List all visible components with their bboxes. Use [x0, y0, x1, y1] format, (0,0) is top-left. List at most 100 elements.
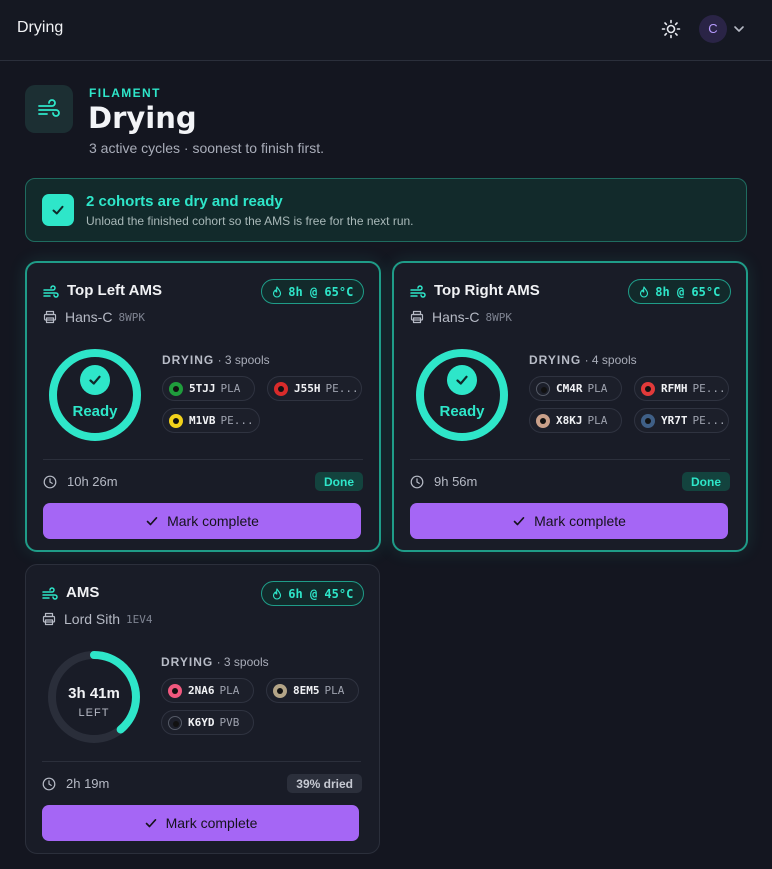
wind-icon-tile: [25, 85, 73, 133]
printer-code: 8WPK: [118, 310, 145, 324]
theme-toggle-sun-icon[interactable]: [661, 19, 681, 39]
ring-time-left: 3h 41m: [68, 685, 120, 702]
printer-code: 1EV4: [126, 612, 153, 626]
spool-code: 8EM5: [293, 684, 320, 697]
printer-icon: [43, 310, 57, 324]
spool-chip[interactable]: K6YD PVB: [161, 710, 254, 735]
spool-material: PE...: [692, 382, 726, 395]
spool-code: YR7T: [661, 414, 688, 427]
printer-row: Hans-C 8WPK: [43, 309, 145, 325]
spool-material: PE...: [692, 414, 726, 427]
ring-label: Ready: [414, 347, 510, 443]
temp-badge: 8h @ 65°C: [261, 279, 365, 304]
avatar[interactable]: C: [699, 15, 727, 43]
temp-text: 6h @ 45°C: [288, 586, 354, 601]
printer-name: Lord Sith: [64, 611, 121, 627]
spool-code: 2NA6: [188, 684, 215, 697]
elapsed-time: 9h 56m: [410, 474, 477, 489]
check-icon: [513, 517, 525, 526]
status-badge: 39% dried: [287, 774, 362, 793]
check-icon: [42, 194, 74, 226]
page-subtitle: 3 active cycles · soonest to finish firs…: [89, 140, 324, 156]
ring-status-text: Ready: [439, 403, 485, 420]
spool-chip[interactable]: CM4R PLA: [529, 376, 622, 401]
drying-label: DRYING: [161, 655, 214, 669]
ring-status-text: Ready: [72, 403, 118, 420]
wind-icon: [410, 285, 426, 298]
spool-chip[interactable]: J55H PE...: [267, 376, 362, 401]
flame-icon: [640, 286, 649, 298]
spool-chip[interactable]: X8KJ PLA: [529, 408, 622, 433]
clock-icon: [43, 475, 57, 488]
temp-badge: 6h @ 45°C: [261, 581, 365, 606]
spool-count: · 3 spools: [217, 353, 270, 367]
wind-icon: [42, 587, 58, 600]
spool-chip[interactable]: 2NA6 PLA: [161, 678, 254, 703]
spool-code: CM4R: [556, 382, 583, 395]
cycle-card: Top Left AMS 8h @ 65°C Hans-C 8WPK Ready…: [25, 261, 381, 552]
spool-code: X8KJ: [556, 414, 583, 427]
check-icon: [447, 365, 477, 395]
spool-chip[interactable]: M1VB PE...: [162, 408, 260, 433]
banner-title: 2 cohorts are dry and ready: [86, 193, 283, 210]
check-icon: [145, 819, 156, 828]
page-title: Drying: [88, 101, 197, 135]
clock-icon: [410, 475, 424, 488]
cycle-card: AMS 6h @ 45°C Lord Sith 1EV4 3h 41m LEFT…: [25, 564, 380, 854]
ring-label: 3h 41m LEFT: [46, 649, 142, 745]
elapsed-text: 2h 19m: [66, 776, 110, 791]
card-title: Top Right AMS: [434, 282, 540, 299]
spool-chip[interactable]: RFMH PE...: [634, 376, 729, 401]
page-eyebrow: FILAMENT: [89, 86, 161, 100]
status-badge: Done: [315, 472, 363, 491]
ready-banner: 2 cohorts are dry and ready Unload the f…: [25, 178, 747, 242]
spool-color-icon: [169, 381, 183, 396]
spool-chip[interactable]: 5TJJ PLA: [162, 376, 255, 401]
spool-material: PLA: [587, 414, 608, 427]
check-icon: [80, 365, 110, 395]
printer-row: Lord Sith 1EV4: [42, 611, 153, 627]
spool-color-icon: [273, 683, 287, 698]
spool-code: RFMH: [661, 382, 688, 395]
mark-complete-label: Mark complete: [534, 513, 626, 529]
top-bar: Drying C: [0, 0, 772, 61]
printer-icon: [42, 612, 56, 626]
wind-icon: [43, 285, 59, 298]
temp-text: 8h @ 65°C: [655, 284, 721, 299]
drying-header: DRYING · 3 spools: [161, 655, 269, 669]
spool-code: 5TJJ: [189, 382, 216, 395]
mark-complete-button[interactable]: Mark complete: [43, 503, 361, 539]
spool-material: PE...: [325, 382, 359, 395]
mark-complete-button[interactable]: Mark complete: [42, 805, 359, 841]
chevron-down-icon[interactable]: [732, 22, 746, 36]
check-icon: [146, 517, 158, 526]
spool-chip[interactable]: YR7T PE...: [634, 408, 729, 433]
mark-complete-label: Mark complete: [167, 513, 259, 529]
mark-complete-button[interactable]: Mark complete: [410, 503, 728, 539]
ring-time-label: LEFT: [78, 707, 110, 719]
clock-icon: [42, 777, 56, 790]
spool-code: J55H: [294, 382, 321, 395]
spool-color-icon: [536, 413, 550, 428]
printer-row: Hans-C 8WPK: [410, 309, 512, 325]
card-title: Top Left AMS: [67, 282, 162, 299]
spool-count: · 3 spools: [216, 655, 269, 669]
spool-material: PLA: [220, 382, 241, 395]
drying-header: DRYING · 4 spools: [529, 353, 637, 367]
spool-color-icon: [168, 715, 182, 730]
spool-code: M1VB: [189, 414, 216, 427]
printer-name: Hans-C: [432, 309, 480, 325]
spool-color-icon: [274, 381, 288, 396]
flame-icon: [273, 286, 282, 298]
spool-color-icon: [169, 413, 183, 428]
elapsed-text: 10h 26m: [67, 474, 118, 489]
spool-material: PLA: [219, 684, 240, 697]
printer-name: Hans-C: [65, 309, 113, 325]
card-title: AMS: [66, 584, 100, 601]
elapsed-text: 9h 56m: [434, 474, 478, 489]
spool-count: · 4 spools: [584, 353, 637, 367]
spool-color-icon: [641, 413, 655, 428]
temp-text: 8h @ 65°C: [288, 284, 354, 299]
spool-chip[interactable]: 8EM5 PLA: [266, 678, 359, 703]
elapsed-time: 10h 26m: [43, 474, 118, 489]
